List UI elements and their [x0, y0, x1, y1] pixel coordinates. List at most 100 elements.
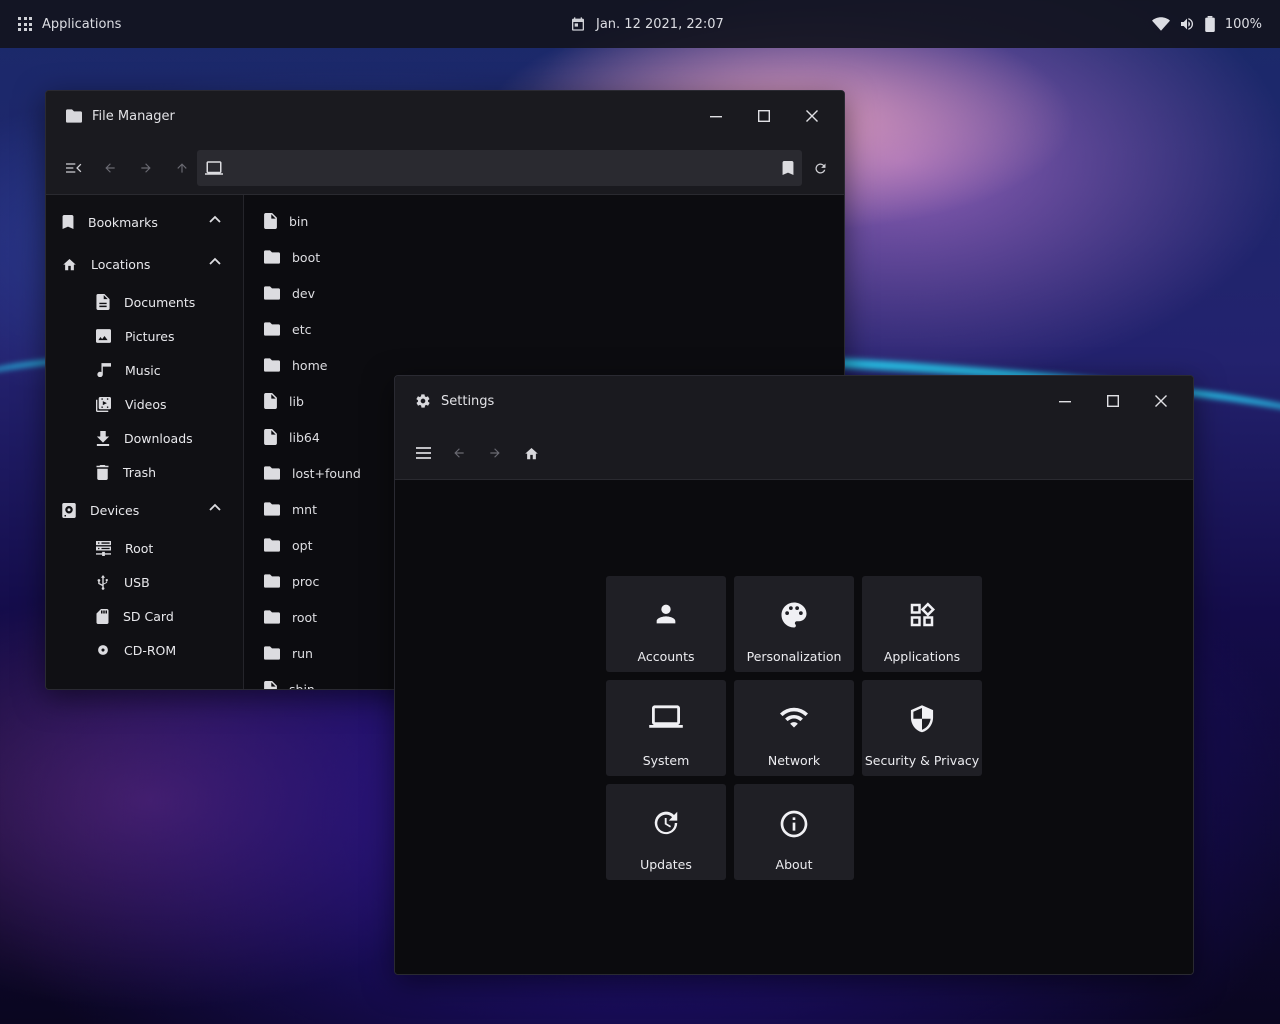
file-name: boot: [292, 249, 321, 265]
back-button[interactable]: [441, 435, 477, 471]
path-bar[interactable]: [197, 150, 802, 186]
file-name: run: [292, 645, 313, 661]
sidebar-item-label: Music: [125, 362, 161, 378]
window-title: Settings: [441, 393, 495, 409]
applications-label: Applications: [42, 16, 122, 32]
file-name: lib: [289, 393, 304, 409]
chevron-up-icon[interactable]: [209, 215, 221, 223]
app-grid-icon: [18, 17, 32, 31]
bookmarks-section-header[interactable]: Bookmarks: [46, 201, 243, 243]
minimize-button[interactable]: [698, 98, 734, 134]
home-icon: [63, 259, 76, 271]
tile-label: Applications: [883, 649, 961, 664]
menu-button[interactable]: [405, 435, 441, 471]
settings-tile-updates[interactable]: Updates: [606, 784, 726, 880]
file-row[interactable]: dev: [244, 275, 844, 311]
harddisk-icon: [62, 502, 76, 518]
file-manager-sidebar: Bookmarks Locations Documents Pictures M…: [46, 195, 244, 689]
devices-label: Devices: [90, 502, 140, 518]
system-tray[interactable]: 100%: [1151, 0, 1262, 48]
file-name: home: [292, 357, 328, 373]
chevron-up-icon[interactable]: [209, 503, 221, 511]
applications-launcher[interactable]: Applications: [18, 17, 121, 32]
refresh-icon: [814, 163, 825, 174]
sidebar-item-label: Trash: [123, 464, 157, 480]
settings-tile-about[interactable]: About: [734, 784, 854, 880]
top-panel: Applications Jan. 12 2021, 22:07 100%: [0, 0, 1280, 48]
arrow-left-icon: [454, 447, 464, 458]
file-icon: [264, 393, 277, 409]
minimize-icon: [1059, 401, 1071, 403]
image-icon: [96, 329, 111, 343]
file-icon: [264, 213, 277, 229]
sidebar-item-sd-card[interactable]: SD Card: [46, 599, 243, 633]
maximize-icon: [1107, 395, 1119, 407]
chevron-up-icon[interactable]: [209, 257, 221, 265]
maximize-icon: [758, 110, 770, 122]
settings-tile-accounts[interactable]: Accounts: [606, 576, 726, 672]
bookmark-icon: [62, 215, 74, 229]
file-row[interactable]: etc: [244, 311, 844, 347]
close-icon: [806, 110, 818, 122]
file-manager-titlebar[interactable]: File Manager: [46, 91, 844, 141]
settings-tile-system[interactable]: System: [606, 680, 726, 776]
tile-label: Network: [767, 753, 821, 768]
clock[interactable]: Jan. 12 2021, 22:07: [570, 0, 724, 48]
file-row[interactable]: bin: [244, 203, 844, 239]
file-name: root: [292, 609, 318, 625]
sidebar-item-cd-rom[interactable]: CD-ROM: [46, 633, 243, 667]
file-row[interactable]: boot: [244, 239, 844, 275]
refresh-button[interactable]: [802, 150, 838, 186]
forward-button[interactable]: [128, 150, 164, 186]
folder-icon: [264, 466, 280, 480]
disc-icon: [98, 645, 108, 655]
sidebar-item-label: CD-ROM: [124, 642, 177, 658]
settings-tile-personalization[interactable]: Personalization: [734, 576, 854, 672]
maximize-button[interactable]: [746, 98, 782, 134]
settings-tile-security-privacy[interactable]: Security & Privacy: [862, 680, 982, 776]
sidebar-item-trash[interactable]: Trash: [46, 455, 243, 489]
maximize-button[interactable]: [1095, 383, 1131, 419]
sidebar-item-label: Downloads: [124, 430, 193, 446]
sidebar-item-pictures[interactable]: Pictures: [46, 319, 243, 353]
apps-icon: [910, 602, 935, 627]
sidebar-item-label: SD Card: [123, 608, 174, 624]
sidebar-item-usb[interactable]: USB: [46, 565, 243, 599]
sidebar-item-downloads[interactable]: Downloads: [46, 421, 243, 455]
sd-card-icon: [96, 608, 109, 624]
battery-icon[interactable]: [1204, 16, 1216, 32]
video-icon: [96, 396, 111, 412]
home-button[interactable]: [513, 435, 549, 471]
close-button[interactable]: [794, 98, 830, 134]
arrow-left-icon: [105, 162, 115, 173]
settings-titlebar[interactable]: Settings: [395, 376, 1193, 426]
close-button[interactable]: [1143, 383, 1179, 419]
settings-tile-applications[interactable]: Applications: [862, 576, 982, 672]
back-button[interactable]: [92, 150, 128, 186]
toggle-sidebar-button[interactable]: [56, 150, 92, 186]
up-button[interactable]: [164, 150, 200, 186]
file-icon: [264, 429, 277, 445]
wifi-icon[interactable]: [1151, 16, 1170, 32]
volume-icon[interactable]: [1179, 16, 1195, 32]
sidebar-item-videos[interactable]: Videos: [46, 387, 243, 421]
file-name: mnt: [292, 501, 317, 517]
sidebar-item-documents[interactable]: Documents: [46, 285, 243, 319]
minimize-button[interactable]: [1047, 383, 1083, 419]
server-icon: [96, 540, 111, 556]
computer-icon: [205, 161, 223, 175]
folder-icon: [264, 574, 280, 588]
folder-icon: [264, 610, 280, 624]
datetime-label: Jan. 12 2021, 22:07: [596, 16, 724, 32]
sidebar-item-root[interactable]: Root: [46, 531, 243, 565]
tile-label: Updates: [640, 857, 692, 872]
sidebar-item-music[interactable]: Music: [46, 353, 243, 387]
forward-button[interactable]: [477, 435, 513, 471]
file-name: lost+found: [292, 465, 361, 481]
tile-label: Personalization: [746, 649, 842, 664]
locations-section-header[interactable]: Locations: [46, 243, 243, 285]
settings-tile-network[interactable]: Network: [734, 680, 854, 776]
bookmark-icon[interactable]: [782, 161, 794, 175]
calendar-icon: [572, 17, 584, 31]
devices-section-header[interactable]: Devices: [46, 489, 243, 531]
